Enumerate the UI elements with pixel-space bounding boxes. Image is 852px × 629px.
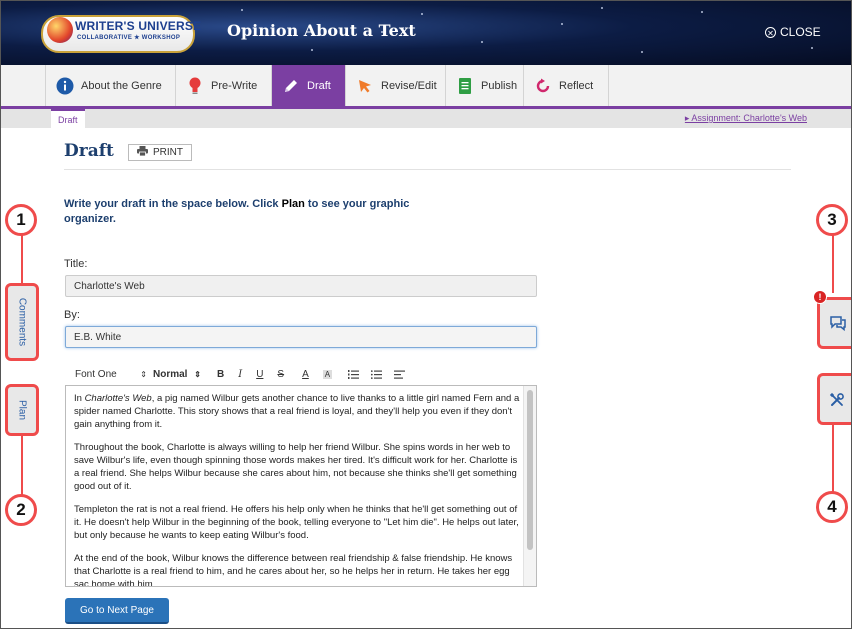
author-input[interactable] [65, 326, 537, 348]
instruction-plan-word: Plan [281, 198, 305, 210]
chat-bubbles-icon [829, 315, 847, 336]
tab-label: Publish [481, 79, 518, 92]
bullet-list-icon[interactable] [371, 369, 383, 379]
callout-line [832, 233, 834, 293]
callout-1: 1 [5, 204, 37, 236]
underline-button[interactable]: U [256, 369, 263, 380]
scrollbar-thumb[interactable] [527, 390, 533, 550]
tools-panel-button[interactable] [817, 373, 851, 425]
editor-scrollbar[interactable] [523, 386, 536, 586]
tab-publish[interactable]: Publish [445, 65, 523, 106]
text-run: In [74, 393, 85, 404]
tab-reflect[interactable]: Reflect [523, 65, 609, 106]
comments-panel-button[interactable] [817, 297, 851, 349]
instructions-text: Write your draft in the space below. Cli… [64, 197, 444, 227]
tab-about-the-genre[interactable]: About the Genre [45, 65, 175, 106]
go-to-next-page-button[interactable]: Go to Next Page [65, 598, 169, 624]
alert-badge: ! [813, 290, 827, 304]
editor-toolbar: Font One ⇕ Normal ⇕ B I U S A A [65, 364, 537, 384]
updown-icon: ⇕ [194, 369, 201, 379]
tab-label: Revise/Edit [381, 79, 437, 92]
print-button[interactable]: PRINT [128, 144, 192, 161]
tab-draft[interactable]: Draft [271, 65, 345, 106]
refresh-icon [534, 77, 552, 95]
planet-icon [47, 17, 73, 43]
header-bar: WRITER'S UNIVERSE COLLABORATIVE ★ WORKSH… [1, 1, 851, 65]
strikethrough-button[interactable]: S [277, 369, 284, 380]
close-button[interactable]: ✕ CLOSE [765, 25, 821, 39]
callout-line [21, 233, 23, 285]
updown-icon: ⇕ [140, 369, 147, 379]
genre-tabs: About the Genre Pre-Write Draft Revise/E… [1, 65, 851, 109]
comments-tab[interactable]: Comments [5, 283, 39, 361]
callout-4: 4 [816, 491, 848, 523]
printer-icon [137, 146, 148, 159]
instruction-part: Write your draft in the space below. Cli… [64, 198, 282, 210]
tab-label: Draft [307, 79, 331, 92]
size-select-value: Normal [153, 368, 188, 380]
tab-label: Reflect [559, 79, 594, 92]
comments-tab-label: Comments [16, 297, 28, 347]
bold-button[interactable]: B [217, 369, 224, 380]
font-select-value: Font One [75, 368, 117, 380]
book-title: Charlotte's Web [84, 393, 152, 404]
paragraph: Templeton the rat is not a real friend. … [74, 504, 519, 541]
tools-icon [829, 392, 845, 413]
print-label: PRINT [153, 147, 183, 158]
align-icon[interactable] [394, 370, 406, 379]
logo-subtext: COLLABORATIVE ★ WORKSHOP [77, 35, 181, 41]
ordered-list-icon[interactable] [348, 369, 360, 379]
app-title: Opinion About a Text [227, 21, 416, 40]
highlight-button[interactable]: A [322, 369, 333, 379]
app-logo: WRITER'S UNIVERSE COLLABORATIVE ★ WORKSH… [41, 15, 201, 53]
tab-label: Pre-Write [211, 79, 258, 92]
cursor-icon [356, 77, 374, 95]
pencil-icon [282, 77, 300, 95]
draft-editor[interactable]: In Charlotte's Web, a pig named Wilbur g… [65, 385, 537, 587]
paragraph: At the end of the book, Wilbur knows the… [74, 553, 513, 587]
callout-line [832, 425, 834, 495]
paragraph: In Charlotte's Web, a pig named Wilbur g… [74, 392, 520, 431]
close-icon: ✕ [765, 26, 776, 38]
logo-text: WRITER'S UNIVERSE [75, 19, 202, 33]
font-select[interactable]: Font One ⇕ [75, 369, 147, 380]
italic-button[interactable]: I [238, 369, 242, 380]
tab-pre-write[interactable]: Pre-Write [175, 65, 271, 106]
document-icon [456, 77, 474, 95]
lightbulb-icon [186, 77, 204, 95]
font-color-button[interactable]: A [302, 369, 309, 380]
plan-tab-label: Plan [16, 399, 28, 421]
divider [64, 169, 791, 170]
title-label: Title: [64, 258, 88, 270]
assignment-link[interactable]: ▸ Assignment: Charlotte's Web [685, 113, 807, 124]
tab-label: About the Genre [81, 79, 162, 92]
app-window: WRITER'S UNIVERSE COLLABORATIVE ★ WORKSH… [0, 0, 852, 629]
sub-navigation-bar: Draft ▸ Assignment: Charlotte's Web [1, 109, 851, 128]
callout-line [21, 436, 23, 496]
callout-3: 3 [816, 204, 848, 236]
callout-2: 2 [5, 494, 37, 526]
editor-content[interactable]: In Charlotte's Web, a pig named Wilbur g… [74, 392, 520, 587]
close-label: CLOSE [780, 25, 821, 39]
page-title: Draft [64, 141, 114, 161]
tab-revise-edit[interactable]: Revise/Edit [345, 65, 445, 106]
title-input[interactable] [65, 275, 537, 297]
plan-tab[interactable]: Plan [5, 384, 39, 436]
by-label: By: [64, 309, 80, 321]
size-select[interactable]: Normal ⇕ [153, 369, 201, 380]
info-icon [56, 77, 74, 95]
breadcrumb-draft[interactable]: Draft [51, 109, 85, 128]
paragraph: Throughout the book, Charlotte is always… [74, 442, 518, 492]
